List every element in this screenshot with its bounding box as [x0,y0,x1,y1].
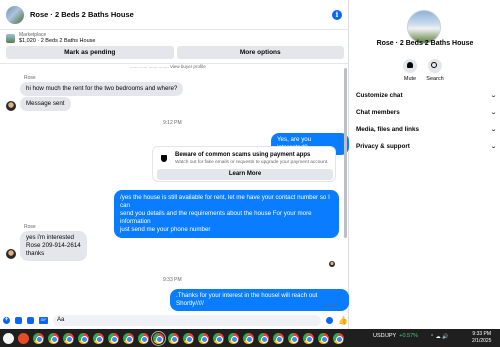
opera-icon[interactable] [18,332,29,344]
section-label: Privacy & support [356,142,410,150]
sender-avatar[interactable] [6,101,16,111]
incoming-message[interactable]: yes i'm interested Rose 209-914-2614 tha… [20,231,87,261]
section-privacy-support[interactable]: Privacy & support ⌄ [356,139,498,153]
chrome-icon[interactable] [228,332,239,344]
chrome-icon[interactable] [318,332,329,344]
sticker-icon[interactable] [27,317,34,324]
gif-icon[interactable]: GIF [39,317,48,324]
mute-label: Mute [403,76,417,82]
section-media-files[interactable]: Media, files and links ⌄ [356,122,498,136]
mute-button[interactable]: Mute [397,59,423,82]
chrome-icon[interactable] [258,332,269,344]
chrome-icon[interactable] [333,332,344,344]
sender-name: Rose [24,224,36,230]
chrome-icon[interactable] [33,332,44,344]
search-icon [431,62,437,68]
chrome-icon[interactable] [168,332,179,344]
mark-pending-button[interactable]: Mark as pending [6,46,174,59]
chrome-icon[interactable] [288,332,299,344]
chrome-icon[interactable] [273,332,284,344]
profile-title: Rose · 2 Beds 2 Baths House [376,40,474,47]
message-line: Rose 209-914-2614 [26,242,81,249]
chrome-icon[interactable] [78,332,89,344]
timestamp: 9:33 PM [163,277,182,283]
info-icon[interactable]: i [332,10,342,20]
message-line: just send me your phone number [120,226,211,233]
sender-avatar[interactable] [6,249,16,259]
shield-icon [161,155,167,162]
chrome-icon[interactable] [123,332,134,344]
chrome-icon[interactable] [243,332,254,344]
profile-notice[interactable]: ....... ...... ....... ........ View buy… [130,64,206,69]
message-line: thanks [26,250,45,257]
listing-price-title[interactable]: $1,020 · 2 Beds 2 Baths House [19,38,95,44]
stock-ticker[interactable]: USD/JPY +0.57% [373,333,418,339]
clock-time: 9:33 PM [472,331,492,337]
bell-icon [407,62,413,68]
search-label: Search [426,76,444,82]
incoming-message[interactable]: hi how much the rent for the two bedroom… [20,82,184,96]
system-tray[interactable]: ⌃ ☁ 🔊 [430,334,448,340]
plus-icon[interactable]: + [3,317,10,324]
sent-status: Sent [325,303,335,308]
outgoing-message[interactable]: /yes the house is still available for re… [114,190,339,238]
windows-start-icon[interactable] [3,332,14,344]
scam-warning-body: Watch out for fake emails or requests to… [175,160,329,165]
avatar[interactable] [6,5,24,24]
section-chat-members[interactable]: Chat members ⌄ [356,105,498,119]
message-line: send you details and the requirements ab… [120,210,312,225]
thread-scrollbar[interactable] [344,68,347,238]
chrome-icon[interactable] [48,332,59,344]
composer: + GIF Aa 👍 [0,312,349,329]
sender-name: Rose [24,75,36,81]
chevron-down-icon: ⌄ [489,126,498,133]
outgoing-message[interactable]: .Thanks for your interest in the housel … [170,289,349,311]
scam-warning-title: Beware of common scams using payment app… [175,152,311,158]
message-line: /yes the house is still available for re… [120,194,330,209]
incoming-message[interactable]: Message sent [20,97,71,111]
listing-thumbnail[interactable] [6,33,15,43]
chat-column: Rose · 2 Beds 2 Baths House i Marketplac… [0,0,349,329]
emoji-icon[interactable] [326,317,333,324]
learn-more-button[interactable]: Learn More [157,169,333,180]
message-thread: ....... ...... ....... ........ View buy… [0,64,349,312]
chrome-icon[interactable] [198,332,209,344]
chrome-icon[interactable] [108,332,119,344]
image-icon[interactable] [15,317,22,324]
ticker-symbol: USD/JPY [373,333,397,339]
chrome-icon[interactable] [213,332,224,344]
chevron-down-icon: ⌄ [489,92,498,99]
listing-bar: Marketplace $1,020 · 2 Beds 2 Baths Hous… [0,30,349,64]
message-input[interactable]: Aa [53,315,321,326]
seen-indicator [329,261,335,267]
chat-header: Rose · 2 Beds 2 Baths House i [0,0,349,30]
clock[interactable]: 9:33 PM 2/1/2025 [472,331,491,345]
search-button[interactable]: Search [422,59,448,82]
conversation-details-panel: Rose · 2 Beds 2 Baths House Mute Search … [350,0,500,329]
profile-avatar[interactable] [407,10,441,44]
like-icon[interactable]: 👍 [338,316,348,325]
more-options-button[interactable]: More options [176,46,344,59]
chrome-icon[interactable] [138,332,149,344]
timestamp: 9:12 PM [163,120,182,126]
chevron-down-icon: ⌄ [489,109,498,116]
scam-warning-card: Beware of common scams using payment app… [152,146,336,182]
taskbar: USD/JPY +0.57% ⌃ ☁ 🔊 9:33 PM 2/1/2025 [0,329,500,347]
chevron-down-icon: ⌄ [489,143,498,150]
chrome-icon[interactable] [63,332,74,344]
section-label: Chat members [356,108,400,116]
message-line: yes i'm interested [26,234,74,241]
section-label: Customize chat [356,91,403,99]
section-customize-chat[interactable]: Customize chat ⌄ [356,88,498,102]
chrome-icon[interactable] [303,332,314,344]
section-label: Media, files and links [356,125,419,133]
chrome-icon[interactable] [183,332,194,344]
chat-title[interactable]: Rose · 2 Beds 2 Baths House [30,10,134,19]
ticker-change: +0.57% [399,333,419,339]
chrome-icon[interactable] [151,330,166,346]
chrome-icon[interactable] [93,332,104,344]
clock-date: 2/1/2025 [472,338,492,344]
